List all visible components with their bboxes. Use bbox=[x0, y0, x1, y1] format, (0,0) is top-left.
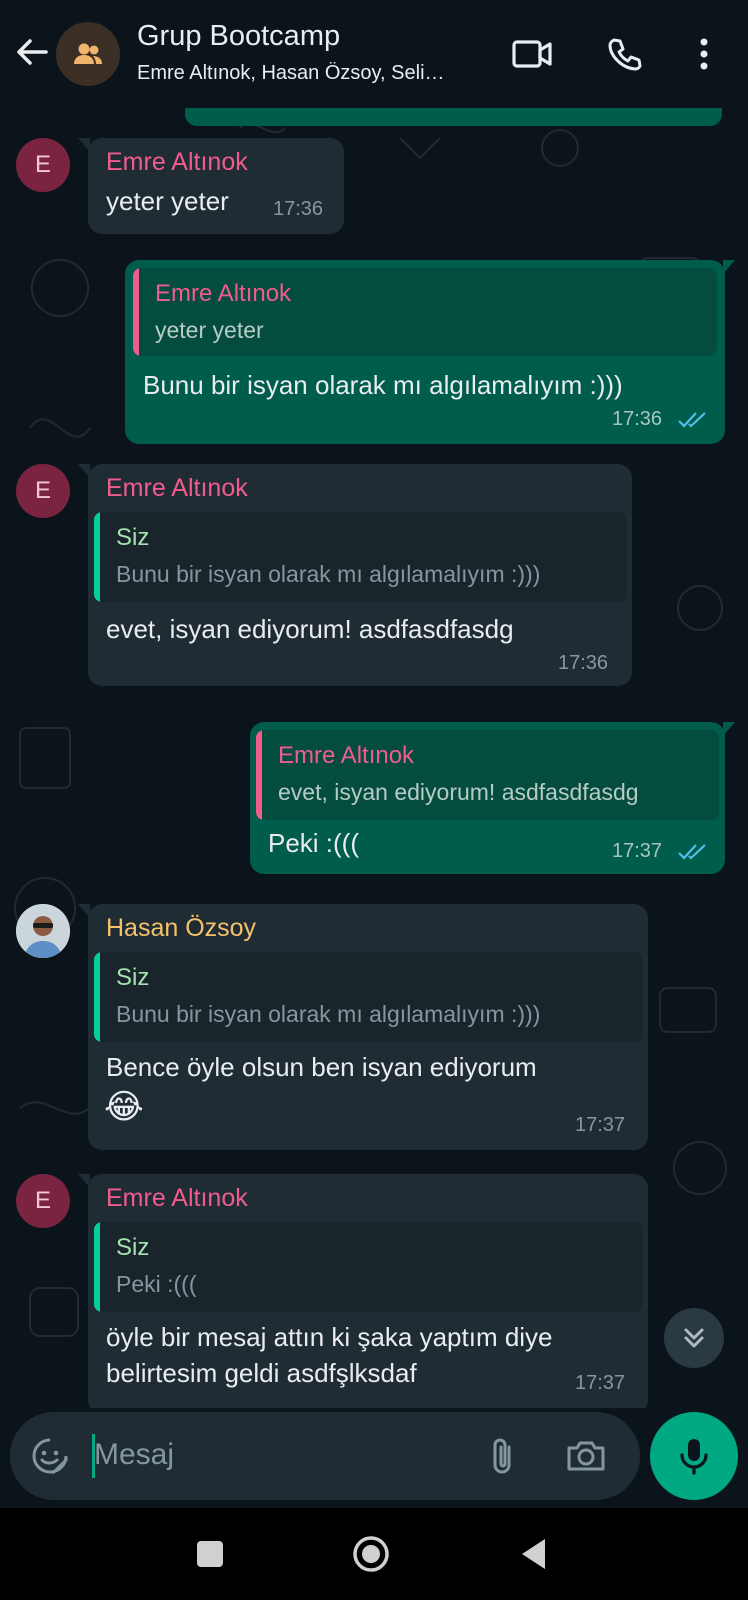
message-bubble-incoming[interactable]: Emre Altınok Siz Peki :((( öyle bir mesa… bbox=[78, 1174, 648, 1408]
quoted-message[interactable]: Emre Altınok yeter yeter bbox=[133, 268, 717, 356]
previous-message-bubble[interactable] bbox=[185, 108, 722, 126]
voice-record-button[interactable] bbox=[650, 1412, 738, 1500]
back-nav-icon[interactable] bbox=[508, 1528, 560, 1580]
sender-name: Emre Altınok bbox=[106, 148, 248, 176]
message-bubble-outgoing[interactable]: Emre Altınok evet, isyan ediyorum! asdfa… bbox=[250, 722, 735, 874]
camera-icon[interactable] bbox=[562, 1432, 610, 1480]
quoted-sender: Siz bbox=[116, 1234, 150, 1261]
sender-name: Emre Altınok bbox=[106, 474, 248, 502]
system-navigation-bar bbox=[0, 1508, 748, 1600]
message-time: 17:36 bbox=[273, 198, 324, 220]
read-ticks-icon bbox=[678, 844, 706, 860]
read-ticks-icon bbox=[678, 412, 706, 428]
quoted-sender: Siz bbox=[116, 524, 150, 551]
quoted-sender: Emre Altınok bbox=[155, 280, 292, 307]
message-text-line2: belirtesim geldi asdfşlksdaf bbox=[106, 1358, 417, 1388]
compose-bar: Mesaj bbox=[0, 1408, 748, 1508]
message-placeholder[interactable]: Mesaj bbox=[94, 1438, 174, 1472]
quoted-message[interactable]: Siz Bunu bir isyan olarak mı algılamalıy… bbox=[94, 512, 626, 602]
quoted-message[interactable]: Siz Bunu bir isyan olarak mı algılamalıy… bbox=[94, 952, 642, 1042]
message-time: 17:36 bbox=[558, 652, 609, 674]
quoted-text: yeter yeter bbox=[155, 317, 264, 343]
quoted-text: Peki :((( bbox=[116, 1271, 197, 1297]
quoted-message[interactable]: Emre Altınok evet, isyan ediyorum! asdfa… bbox=[256, 730, 719, 820]
message-bubble-incoming[interactable]: Emre Altınok yeter yeter 17:36 bbox=[78, 138, 344, 234]
message-text: Bence öyle olsun ben isyan ediyorum bbox=[106, 1052, 537, 1082]
message-input[interactable]: Mesaj bbox=[10, 1412, 640, 1500]
phone-icon[interactable] bbox=[602, 32, 646, 76]
quoted-text: Bunu bir isyan olarak mı algılamalıyım :… bbox=[116, 1001, 541, 1027]
video-call-icon[interactable] bbox=[510, 32, 554, 76]
message-bubble-incoming[interactable]: Hasan Özsoy Siz Bunu bir isyan olarak mı… bbox=[78, 904, 648, 1150]
message-bubble-incoming[interactable]: Emre Altınok Siz Bunu bir isyan olarak m… bbox=[78, 464, 632, 686]
sender-name: Hasan Özsoy bbox=[106, 914, 257, 942]
double-chevron-down-icon bbox=[684, 1328, 704, 1348]
chat-title[interactable]: Grup Bootcamp bbox=[137, 20, 340, 53]
sticker-icon[interactable] bbox=[26, 1432, 74, 1480]
message-list[interactable]: E Emre Altınok yeter yeter 17:36 Emre Al… bbox=[0, 108, 748, 1408]
avatar[interactable]: E bbox=[16, 138, 70, 192]
profile-photo bbox=[16, 904, 70, 958]
more-vert-icon[interactable] bbox=[682, 32, 726, 76]
message-time: 17:37 bbox=[575, 1114, 626, 1136]
message-bubble-outgoing[interactable]: Emre Altınok yeter yeter Bunu bir isyan … bbox=[125, 260, 735, 444]
microphone-icon bbox=[680, 1439, 708, 1475]
emoji-laughing: 😂 bbox=[104, 1088, 144, 1126]
message-text-line1: öyle bir mesaj attın ki şaka yaptım diye bbox=[106, 1322, 553, 1352]
group-icon bbox=[74, 43, 102, 64]
quoted-message[interactable]: Siz Peki :((( bbox=[94, 1222, 642, 1312]
avatar[interactable] bbox=[16, 904, 70, 958]
attach-icon[interactable] bbox=[478, 1432, 526, 1480]
chat-header: Grup Bootcamp Emre Altınok, Hasan Özsoy,… bbox=[0, 0, 748, 108]
group-avatar[interactable] bbox=[56, 22, 120, 86]
home-icon[interactable] bbox=[345, 1528, 397, 1580]
back-arrow-icon[interactable] bbox=[10, 30, 54, 74]
quoted-text: Bunu bir isyan olarak mı algılamalıyım :… bbox=[116, 561, 541, 587]
scroll-to-bottom-button[interactable] bbox=[664, 1308, 724, 1368]
message-text: Peki :((( bbox=[268, 828, 359, 858]
message-time: 17:36 bbox=[612, 408, 663, 430]
message-text: Bunu bir isyan olarak mı algılamalıyım :… bbox=[143, 370, 623, 400]
sender-name: Emre Altınok bbox=[106, 1184, 248, 1212]
message-text: evet, isyan ediyorum! asdfasdfasdg bbox=[106, 614, 514, 644]
avatar-letter: E bbox=[34, 151, 51, 178]
avatar-letter: E bbox=[34, 477, 51, 504]
message-time: 17:37 bbox=[575, 1372, 626, 1394]
avatar[interactable]: E bbox=[16, 1174, 70, 1228]
chat-members[interactable]: Emre Altınok, Hasan Özsoy, Seli… bbox=[137, 62, 489, 85]
quoted-sender: Emre Altınok bbox=[278, 742, 415, 769]
avatar[interactable]: E bbox=[16, 464, 70, 518]
message-text: yeter yeter bbox=[106, 186, 229, 216]
message-time: 17:37 bbox=[612, 840, 663, 862]
recent-apps-icon[interactable] bbox=[184, 1528, 236, 1580]
quoted-sender: Siz bbox=[116, 964, 150, 991]
avatar-letter: E bbox=[34, 1187, 51, 1214]
quoted-text: evet, isyan ediyorum! asdfasdfasdg bbox=[278, 779, 639, 805]
